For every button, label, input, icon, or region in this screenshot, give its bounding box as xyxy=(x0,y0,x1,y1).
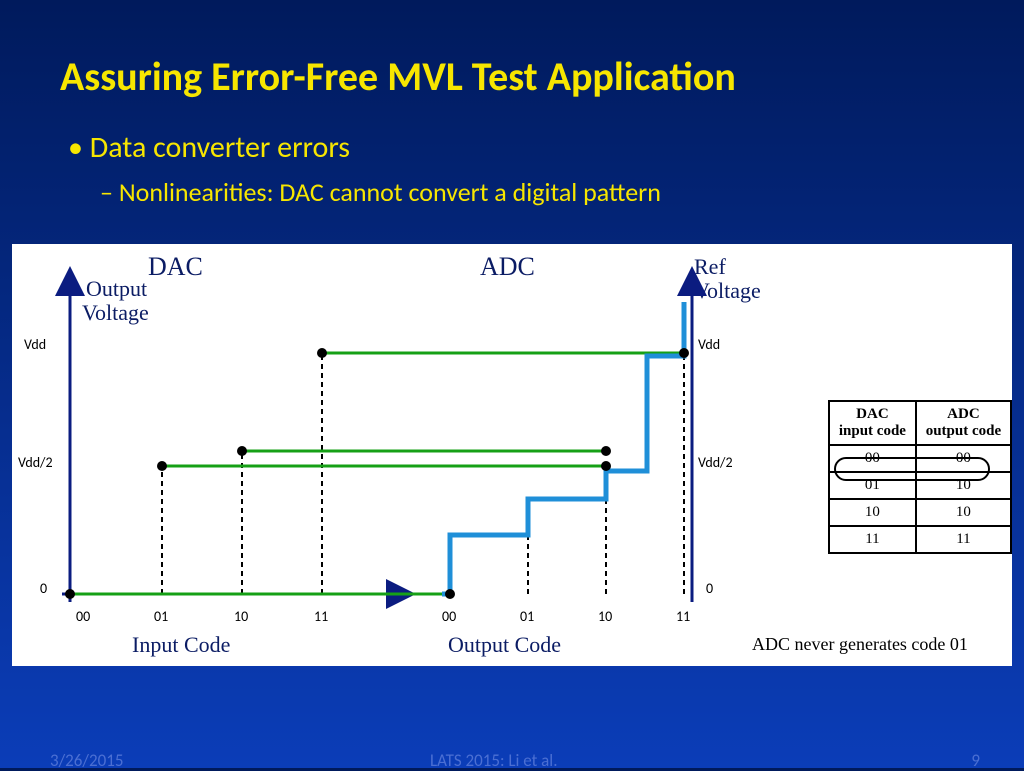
table-row: 0000 xyxy=(829,445,1011,472)
figure-caption: ADC never generates code 01 xyxy=(752,634,968,655)
slide-title: Assuring Error-Free MVL Test Application xyxy=(0,0,1024,101)
table-row-circled: 0110 xyxy=(829,472,1011,499)
code-mapping-table: DAC input code ADC output code 0000 0110… xyxy=(828,400,1012,554)
bullet-level-1: Data converter errors xyxy=(92,129,1024,166)
figure-panel: DAC Output Voltage Input Code ADC Output… xyxy=(12,244,1012,666)
table-row: 1010 xyxy=(829,499,1011,526)
bullet-level-2: Nonlinearities: DAC cannot convert a dig… xyxy=(92,176,1024,208)
table-header-dac: DAC input code xyxy=(829,401,916,445)
bullet-list: Data converter errors Nonlinearities: DA… xyxy=(0,101,1024,208)
table-header-adc: ADC output code xyxy=(916,401,1011,445)
converter-chart-svg xyxy=(12,244,732,666)
table-row: 1111 xyxy=(829,526,1011,553)
